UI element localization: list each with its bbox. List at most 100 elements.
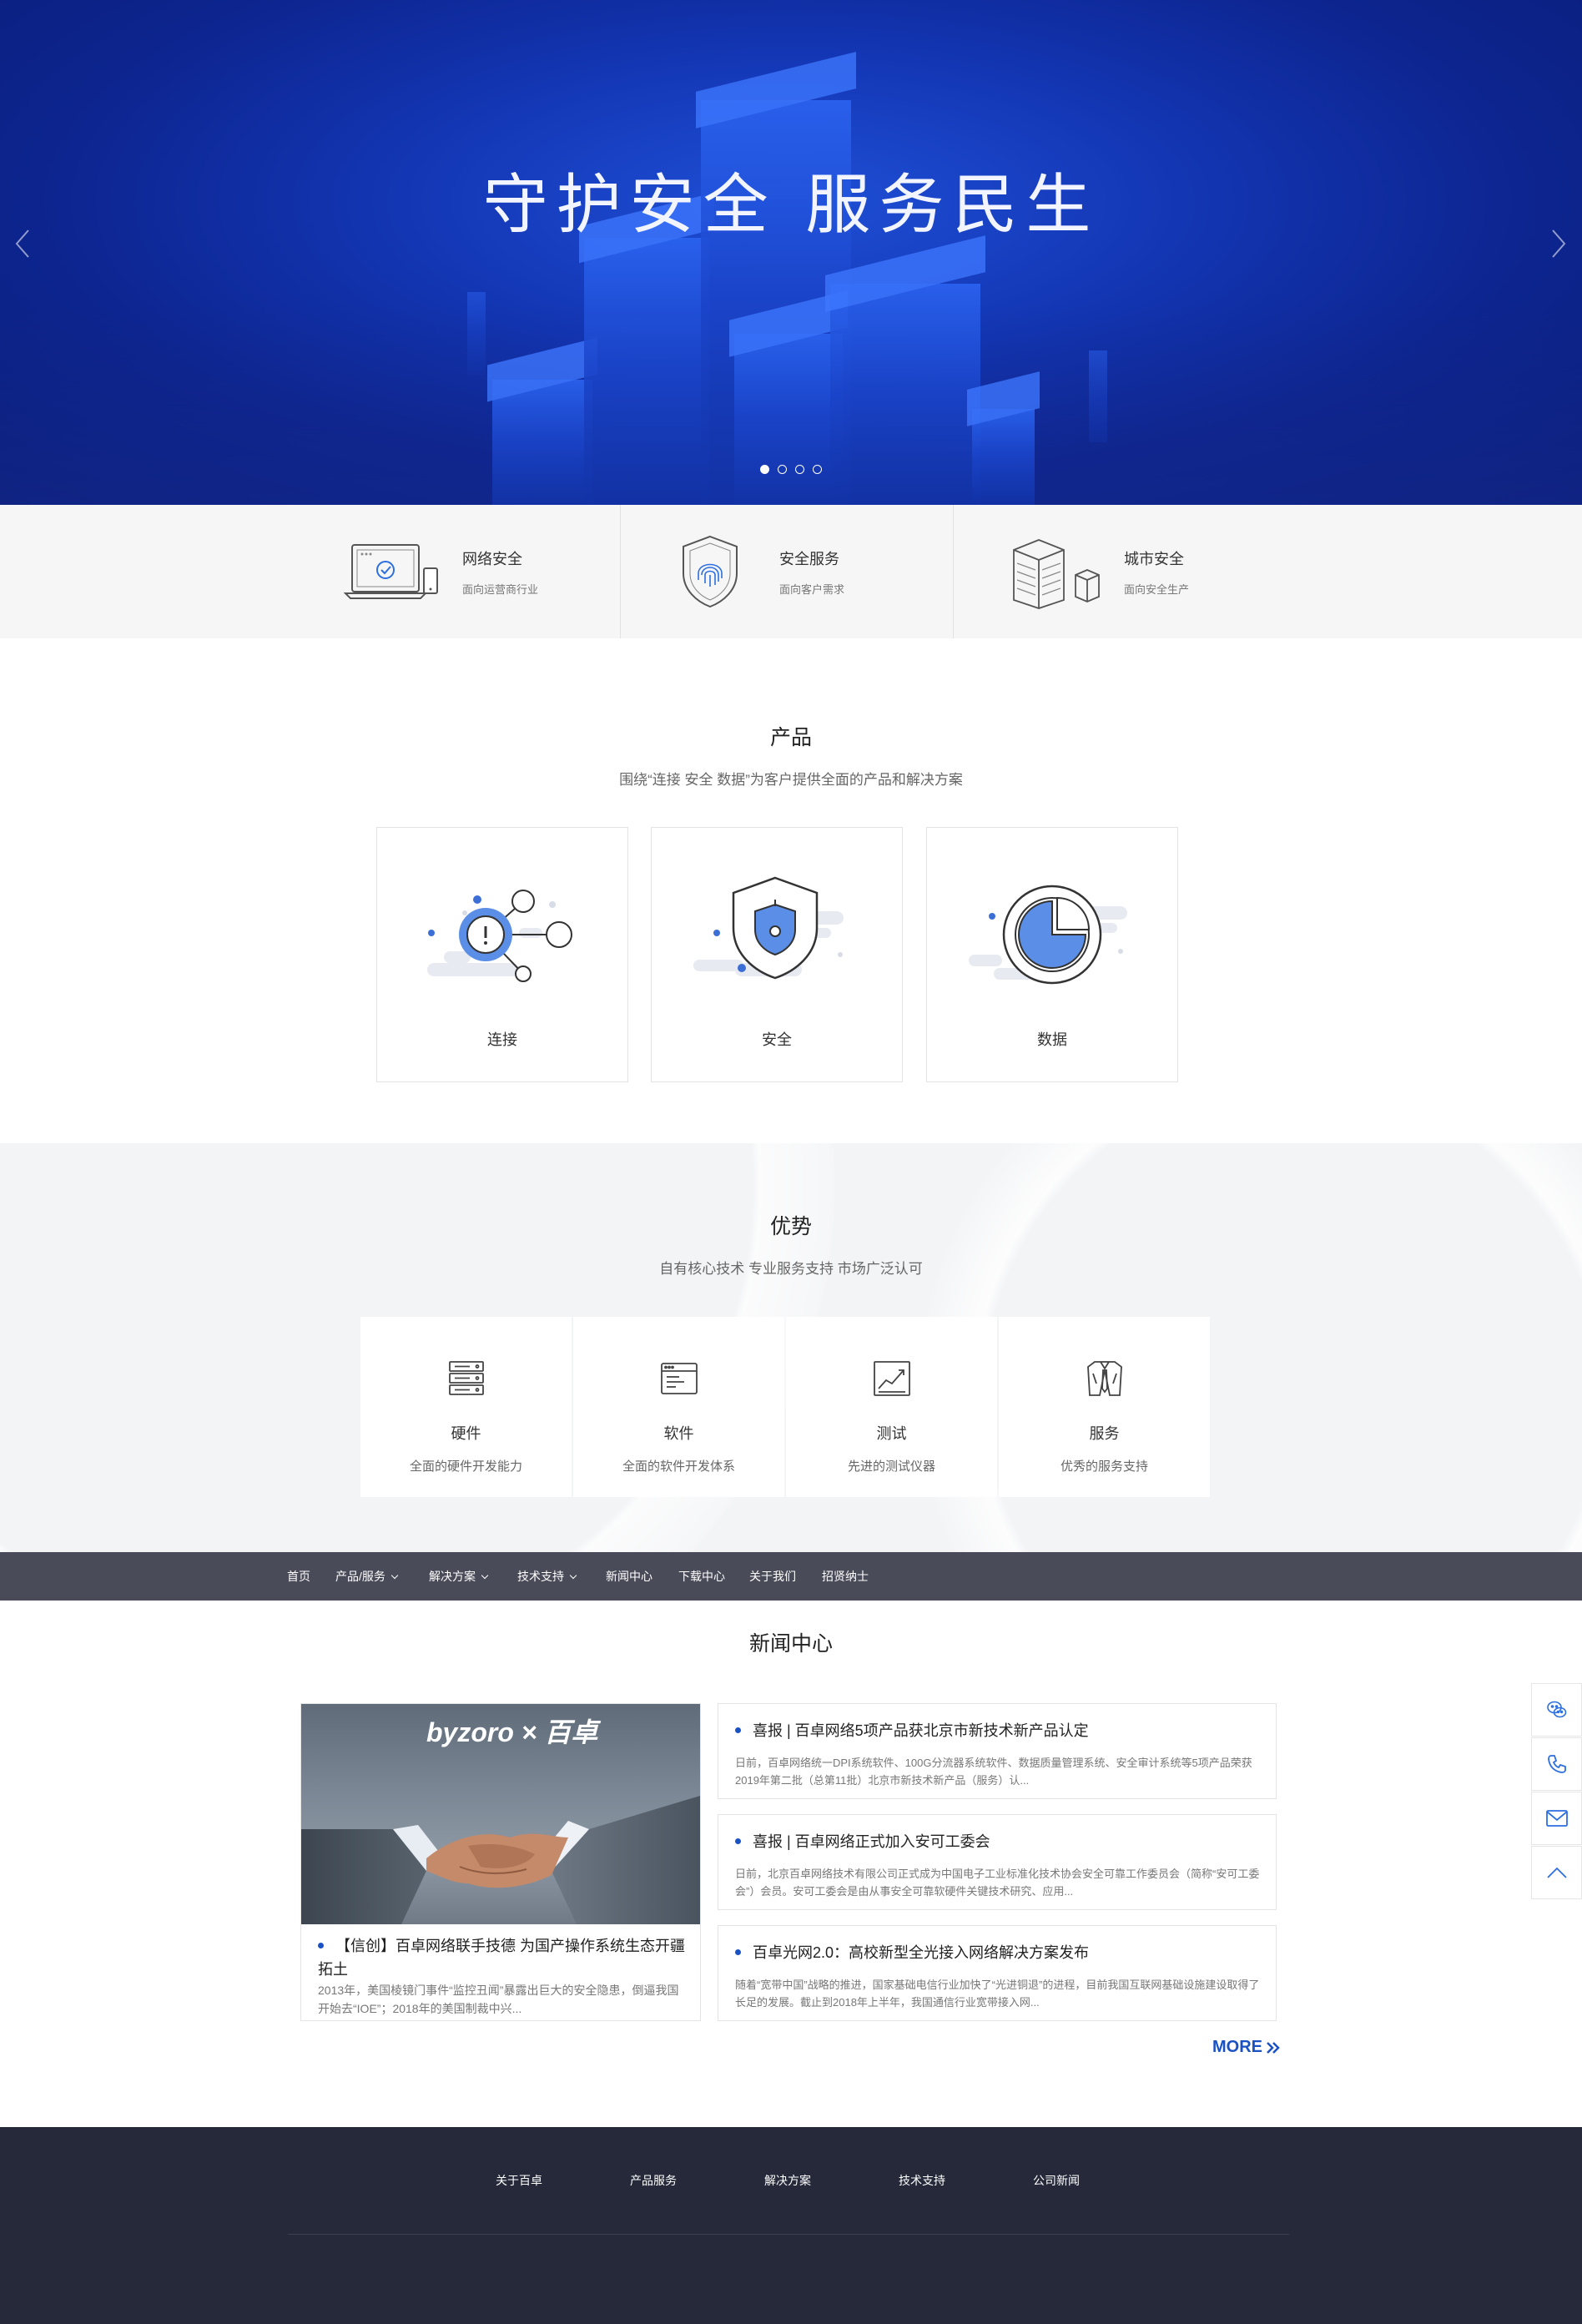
wechat-icon bbox=[1546, 1701, 1566, 1718]
browser-window-icon bbox=[573, 1359, 784, 1400]
side-tool-wechat[interactable] bbox=[1531, 1683, 1582, 1737]
chevron-right-icon bbox=[1552, 229, 1566, 258]
product-card-security[interactable]: 安全 bbox=[651, 827, 903, 1082]
news-feature-title[interactable]: 【信创】百卓网络联手技德 为国产操作系统生态开疆拓土 bbox=[318, 1934, 685, 1981]
laptop-check-icon bbox=[344, 533, 442, 610]
footer-divider bbox=[288, 2234, 1289, 2235]
advantage-title: 服务 bbox=[1089, 1425, 1120, 1442]
news-item-title[interactable]: 百卓光网2.0：高校新型全光接入网络解决方案发布 bbox=[735, 1941, 1261, 1963]
footer-link[interactable]: 关于百卓 bbox=[496, 2172, 542, 2189]
slide-indicators bbox=[0, 465, 1582, 474]
double-chevron-right-icon bbox=[1267, 2041, 1280, 2054]
news-item-desc: 日前，百卓网络统一DPI系统软件、100G分流器系统软件、数据质量管理系统、安全… bbox=[735, 1757, 1252, 1787]
nav-item-label: 技术支持 bbox=[517, 1570, 564, 1583]
news-item[interactable]: 喜报 | 百卓网络正式加入安可工委会 日前，北京百卓网络技术有限公司正式成为中国… bbox=[718, 1814, 1277, 1910]
advantage-card-testing[interactable]: 测试 先进的测试仪器 bbox=[786, 1317, 997, 1497]
back-to-top-icon bbox=[1546, 1867, 1567, 1878]
nav-item-downloads[interactable]: 下载中心 bbox=[678, 1552, 725, 1601]
advantage-card-service[interactable]: 服务 优秀的服务支持 bbox=[999, 1317, 1210, 1497]
more-label: MORE bbox=[1212, 2038, 1262, 2056]
feature-subtitle: 面向客户需求 bbox=[779, 582, 845, 596]
footer-link[interactable]: 解决方案 bbox=[764, 2172, 811, 2189]
feature-item-city[interactable]: 城市安全 面向安全生产 bbox=[1005, 505, 1189, 638]
side-tool-phone[interactable] bbox=[1531, 1737, 1582, 1791]
mail-icon bbox=[1545, 1810, 1568, 1827]
products-title: 产品 bbox=[769, 726, 812, 749]
news-item-title[interactable]: 喜报 | 百卓网络正式加入安可工委会 bbox=[735, 1830, 1261, 1852]
nav-item-label: 首页 bbox=[287, 1570, 310, 1583]
feature-title: 网络安全 bbox=[462, 550, 522, 567]
news-item-title[interactable]: 喜报 | 百卓网络5项产品获北京市新技术新产品认定 bbox=[735, 1719, 1261, 1741]
hero-building bbox=[467, 292, 486, 376]
news-feature-card[interactable]: byzoro × 百卓 【信创】百卓网络联手技德 为国产操作系统生态开疆拓土 2… bbox=[300, 1703, 701, 2021]
more-link[interactable]: MORE bbox=[1212, 2038, 1281, 2057]
news-item-desc: 日前，北京百卓网络技术有限公司正式成为中国电子工业标准化技术协会安全可靠工作委员… bbox=[735, 1868, 1260, 1898]
advantage-title: 软件 bbox=[663, 1425, 694, 1442]
hero-building bbox=[729, 290, 848, 505]
feature-divider bbox=[953, 505, 954, 638]
products-subtitle: 围绕“连接 安全 数据”为客户提供全面的产品和解决方案 bbox=[619, 772, 963, 788]
bullet-icon bbox=[735, 1949, 741, 1955]
product-card-data[interactable]: 数据 bbox=[926, 827, 1178, 1082]
product-card-connect[interactable]: 连接 bbox=[376, 827, 628, 1082]
advantage-subtitle: 全面的软件开发体系 bbox=[622, 1459, 735, 1474]
footer-link[interactable]: 公司新闻 bbox=[1033, 2172, 1080, 2189]
slide-dot[interactable] bbox=[813, 465, 822, 474]
chevron-down-icon bbox=[390, 1571, 399, 1580]
feature-strip: 网络安全 面向运营商行业 安全服务 面向客户需求 城市安全 面向安全生产 bbox=[0, 505, 1582, 638]
advantage-subtitle: 先进的测试仪器 bbox=[847, 1459, 935, 1474]
feature-title: 安全服务 bbox=[779, 550, 839, 567]
server-rack-icon bbox=[1005, 533, 1104, 610]
hero-next-arrow[interactable] bbox=[1546, 225, 1571, 263]
feature-title: 城市安全 bbox=[1124, 550, 1184, 567]
suit-tie-icon bbox=[999, 1359, 1210, 1400]
main-nav: 首页 产品/服务 解决方案 技术支持 新闻中心 下载中心 关于我们 招贤纳士 bbox=[0, 1552, 1582, 1601]
hero-banner: 守护安全 服务民生 bbox=[0, 0, 1582, 505]
nav-item-home[interactable]: 首页 bbox=[287, 1552, 310, 1601]
advantage-card-software[interactable]: 软件 全面的软件开发体系 bbox=[573, 1317, 784, 1497]
hero-building bbox=[487, 337, 597, 505]
slide-dot[interactable] bbox=[760, 465, 769, 474]
nav-item-news[interactable]: 新闻中心 bbox=[606, 1552, 652, 1601]
server-icon bbox=[360, 1359, 572, 1400]
bullet-icon bbox=[318, 1943, 324, 1948]
footer-link[interactable]: 产品服务 bbox=[630, 2172, 677, 2189]
news-item[interactable]: 喜报 | 百卓网络5项产品获北京市新技术新产品认定 日前，百卓网络统一DPI系统… bbox=[718, 1703, 1277, 1799]
nav-item-careers[interactable]: 招贤纳士 bbox=[822, 1552, 869, 1601]
bullet-icon bbox=[735, 1838, 741, 1844]
network-node-icon bbox=[377, 861, 627, 1003]
advantage-title: 硬件 bbox=[451, 1425, 481, 1442]
footer-link[interactable]: 技术支持 bbox=[899, 2172, 945, 2189]
nav-item-about[interactable]: 关于我们 bbox=[749, 1552, 796, 1601]
product-label: 连接 bbox=[487, 1031, 517, 1048]
advantage-subtitle: 全面的硬件开发能力 bbox=[409, 1459, 522, 1474]
phone-icon bbox=[1547, 1755, 1566, 1773]
side-tool-mail[interactable] bbox=[1531, 1792, 1582, 1845]
feature-divider bbox=[620, 505, 621, 638]
slide-dot[interactable] bbox=[778, 465, 787, 474]
nav-item-label: 解决方案 bbox=[429, 1570, 476, 1583]
advantage-title: 测试 bbox=[876, 1425, 907, 1442]
slide-dot[interactable] bbox=[795, 465, 804, 474]
handshake-image: byzoro × 百卓 bbox=[301, 1717, 700, 1924]
feature-item-service[interactable]: 安全服务 面向客户需求 bbox=[661, 505, 844, 638]
pie-chart-icon bbox=[927, 861, 1177, 1003]
nav-item-solutions[interactable]: 解决方案 bbox=[429, 1552, 489, 1601]
advantages-title: 优势 bbox=[769, 1215, 812, 1238]
news-item[interactable]: 百卓光网2.0：高校新型全光接入网络解决方案发布 随着“宽带中国”战略的推进，国… bbox=[718, 1925, 1277, 2021]
hero-building bbox=[1089, 350, 1107, 442]
news-feature-image: byzoro × 百卓 bbox=[301, 1704, 700, 1924]
nav-item-products[interactable]: 产品/服务 bbox=[335, 1552, 399, 1601]
news-feature-desc: 2013年，美国棱镜门事件“监控丑闻”暴露出巨大的安全隐患，倒逼我国开始去“IO… bbox=[318, 1984, 679, 2015]
feature-item-network[interactable]: 网络安全 面向运营商行业 bbox=[344, 505, 538, 638]
advantage-card-hardware[interactable]: 硬件 全面的硬件开发能力 bbox=[360, 1317, 572, 1497]
logo-byzoro: byzoro × 百卓 bbox=[426, 1717, 601, 1747]
feature-subtitle: 面向安全生产 bbox=[1124, 582, 1190, 596]
chevron-down-icon bbox=[569, 1571, 577, 1580]
nav-item-label: 新闻中心 bbox=[606, 1570, 652, 1583]
chevron-down-icon bbox=[481, 1571, 489, 1580]
hero-prev-arrow[interactable] bbox=[10, 225, 35, 263]
nav-item-support[interactable]: 技术支持 bbox=[517, 1552, 577, 1601]
nav-item-label: 产品/服务 bbox=[335, 1570, 385, 1583]
side-tool-top[interactable] bbox=[1531, 1846, 1582, 1899]
